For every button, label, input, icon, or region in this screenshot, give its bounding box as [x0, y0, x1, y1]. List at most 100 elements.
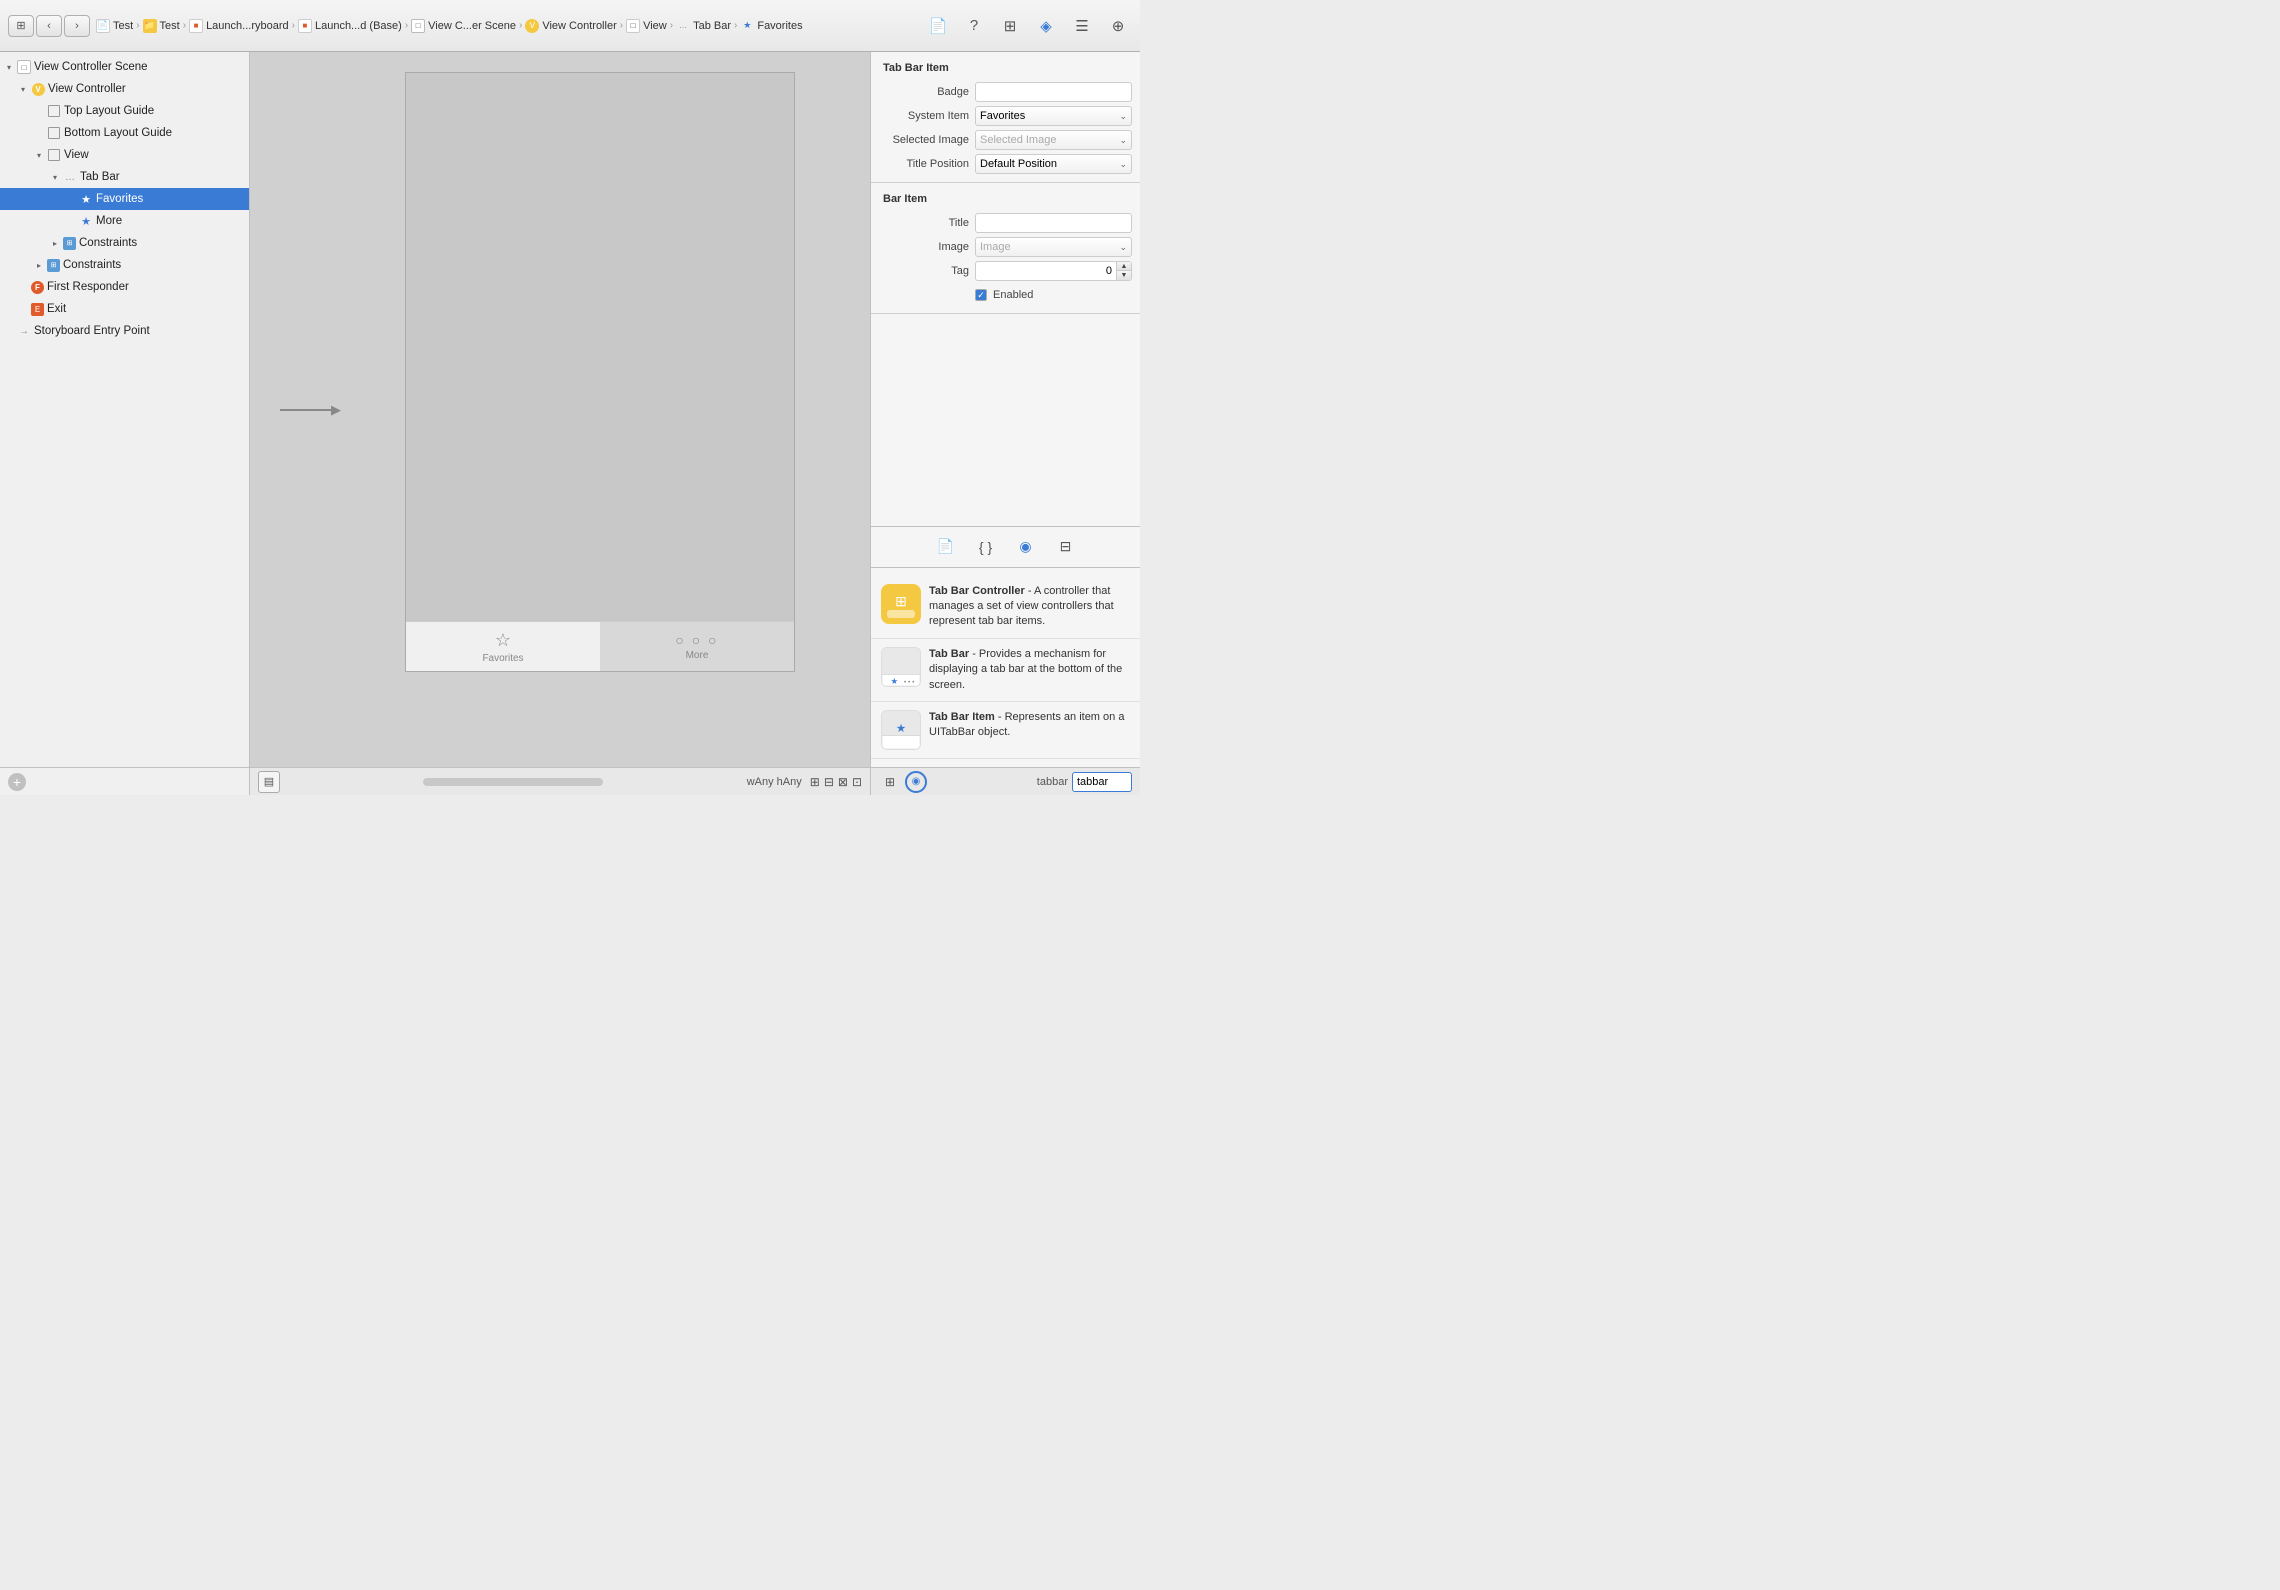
grid-overview-btn[interactable]: ⊞ [8, 15, 34, 37]
bar-image-control: Image ⌄ [975, 237, 1132, 257]
breadcrumb-launchryboard[interactable]: ■ Launch...ryboard [189, 19, 289, 33]
breadcrumb-arrow-8: › [734, 20, 737, 31]
share-btn[interactable]: ⊕ [1104, 12, 1132, 40]
breadcrumb-label-tabbar: Tab Bar [693, 20, 731, 32]
nav-item-constraints-view[interactable]: ⊞ Constraints [0, 254, 249, 276]
main-layout: □ View Controller Scene V View Controlle… [0, 52, 1140, 795]
tabbar-favorites-item[interactable]: ☆ Favorites [406, 622, 600, 671]
nav-item-view[interactable]: View [0, 144, 249, 166]
svg-text:• • •: • • • [904, 679, 915, 686]
layout-btn-3[interactable]: ⊠ [838, 775, 848, 789]
breadcrumb-label-vc: View Controller [542, 20, 616, 32]
nav-item-top-layout[interactable]: Top Layout Guide [0, 100, 249, 122]
breadcrumb-favorites[interactable]: ★ Favorites [740, 19, 802, 33]
selected-image-arrow: ⌄ [1119, 135, 1127, 146]
new-file-btn[interactable]: 📄 [924, 12, 952, 40]
canvas-scrollbar[interactable] [423, 778, 603, 786]
breadcrumb-label-test-1: Test [113, 20, 133, 32]
nav-add-btn[interactable]: + [8, 773, 26, 791]
iphone-tabbar: ☆ Favorites ○ ○ ○ More [406, 621, 794, 671]
breadcrumb-test-1[interactable]: 📄 Test [96, 19, 133, 33]
title-position-select[interactable]: Default Position ⌄ [975, 154, 1132, 174]
bottom-bar-right: tabbar [1037, 772, 1132, 792]
system-item-value: Favorites [980, 110, 1025, 122]
bar-title-field[interactable] [975, 213, 1132, 233]
nav-item-bottom-layout[interactable]: Bottom Layout Guide [0, 122, 249, 144]
bar-image-select[interactable]: Image ⌄ [975, 237, 1132, 257]
bar-image-arrow: ⌄ [1119, 242, 1127, 253]
forward-btn[interactable]: › [64, 15, 90, 37]
help-text-tabbar-controller: Tab Bar Controller - A controller that m… [929, 584, 1130, 630]
grid-view-btn[interactable]: ⊞ [879, 771, 901, 793]
nav-label-vc: View Controller [48, 83, 126, 95]
active-circle-btn[interactable]: ◉ [905, 771, 927, 793]
title-position-control: Default Position ⌄ [975, 154, 1132, 174]
storyboard-toggle[interactable]: ▤ [258, 771, 280, 793]
list-btn[interactable]: ☰ [1068, 12, 1096, 40]
nav-label-constraints-view: Constraints [63, 259, 121, 271]
triangle-vc-scene [4, 63, 14, 72]
back-btn[interactable]: ‹ [36, 15, 62, 37]
badge-field[interactable] [975, 82, 1132, 102]
tabbar-input-row: tabbar [1037, 772, 1132, 792]
nav-item-favorites[interactable]: ★ Favorites [0, 188, 249, 210]
canvas-size-row: wAny hAny ⊞ ⊟ ⊠ ⊡ [747, 775, 862, 789]
view-icon: □ [626, 19, 640, 33]
enabled-checkbox-row: Enabled [871, 283, 1140, 307]
layout-btn-1[interactable]: ⊞ [810, 775, 820, 789]
tabbar-more-item[interactable]: ○ ○ ○ More [600, 622, 794, 671]
inspector-circle-tab[interactable]: ◉ [1014, 535, 1038, 559]
enabled-checkbox[interactable] [975, 289, 987, 301]
inspector-btn[interactable]: ◈ [1032, 12, 1060, 40]
help-btn[interactable]: ? [960, 12, 988, 40]
nav-item-constraints-tabbar[interactable]: ⊞ Constraints [0, 232, 249, 254]
breadcrumb-label-view: View [643, 20, 667, 32]
toolbar: ⊞ ‹ › 📄 Test › 📁 Test › ■ Launch...ryboa… [0, 0, 1140, 52]
favorites-tab-icon: ☆ [495, 630, 511, 651]
nav-label-favorites: Favorites [96, 193, 143, 205]
constraint-view-icon: ⊞ [47, 259, 60, 272]
breadcrumb: 📄 Test › 📁 Test › ■ Launch...ryboard › ■… [96, 19, 918, 33]
inspector-file-tab[interactable]: 📄 [934, 535, 958, 559]
tabbar-input-field[interactable] [1072, 772, 1132, 792]
layout-btn-2[interactable]: ⊟ [824, 775, 834, 789]
nav-item-more[interactable]: ★ More [0, 210, 249, 232]
selected-image-select[interactable]: Selected Image ⌄ [975, 130, 1132, 150]
nav-group: ⊞ ‹ › [8, 15, 90, 37]
navigator-content: □ View Controller Scene V View Controlle… [0, 52, 249, 767]
breadcrumb-launchbase[interactable]: ■ Launch...d (Base) [298, 19, 402, 33]
breadcrumb-arrow-1: › [136, 20, 139, 31]
nav-item-exit[interactable]: E Exit [0, 298, 249, 320]
nav-label-more: More [96, 215, 122, 227]
system-item-row: System Item Favorites ⌄ [871, 104, 1140, 128]
tag-decrement-btn[interactable]: ▼ [1117, 271, 1131, 280]
vc-nav-icon: V [31, 82, 45, 96]
tag-increment-btn[interactable]: ▲ [1117, 262, 1131, 271]
nav-item-first-responder[interactable]: F First Responder [0, 276, 249, 298]
nav-item-vc-scene[interactable]: □ View Controller Scene [0, 56, 249, 78]
inspector-table-tab[interactable]: ⊟ [1054, 535, 1078, 559]
breadcrumb-test-2[interactable]: 📁 Test [143, 19, 180, 33]
nav-item-vc[interactable]: V View Controller [0, 78, 249, 100]
bottom-bar-left: ⊞ ◉ [879, 771, 927, 793]
breadcrumb-vc[interactable]: V View Controller [525, 19, 616, 33]
bar-title-control [975, 213, 1132, 233]
inspector-braces-tab[interactable]: { } [974, 535, 998, 559]
canvas-scroll[interactable]: ▶ ☆ Favorites ○ ○ ○ More [250, 52, 870, 767]
nav-item-tabbar[interactable]: … Tab Bar [0, 166, 249, 188]
nav-item-entry-point[interactable]: → Storyboard Entry Point [0, 320, 249, 342]
help-icon-tabbar: ★ • • • [881, 647, 921, 687]
library-btn[interactable]: ⊞ [996, 12, 1024, 40]
layout-btn-4[interactable]: ⊡ [852, 775, 862, 789]
badge-control [975, 82, 1132, 102]
help-title-tabbar: Tab Bar [929, 648, 969, 660]
nav-label-bottom-layout: Bottom Layout Guide [64, 127, 172, 139]
inspector-icon-tabs: 📄 { } ◉ ⊟ [871, 527, 1140, 568]
nav-label-constraints-tabbar: Constraints [79, 237, 137, 249]
help-title-tabbar-controller: Tab Bar Controller [929, 585, 1025, 597]
system-item-select[interactable]: Favorites ⌄ [975, 106, 1132, 126]
breadcrumb-vc-scene[interactable]: □ View C...er Scene [411, 19, 516, 33]
breadcrumb-view[interactable]: □ View [626, 19, 667, 33]
breadcrumb-tabbar[interactable]: … Tab Bar [676, 19, 731, 33]
triangle-tabbar [50, 173, 60, 182]
